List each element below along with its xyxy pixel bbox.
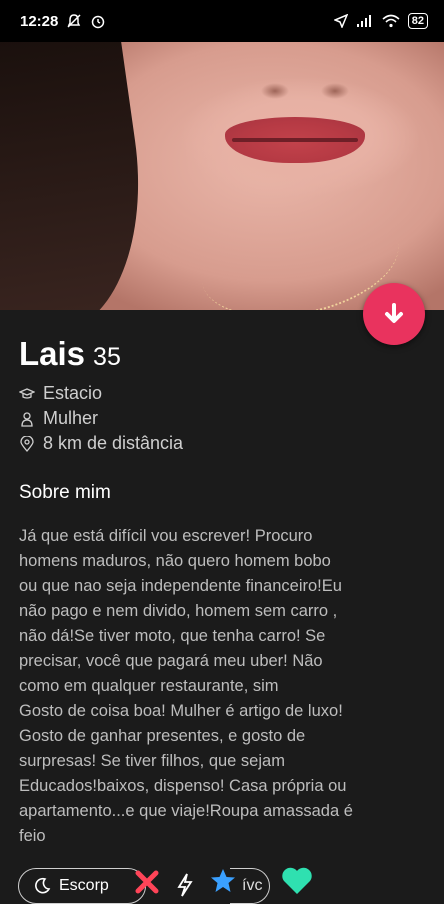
- location-pin-icon: [20, 435, 34, 452]
- profile-gender: Mulher: [43, 408, 99, 428]
- status-bar: 12:28 82: [0, 0, 444, 42]
- gender-row: Mulher: [19, 408, 98, 429]
- graduation-cap-icon: [19, 387, 35, 399]
- school-row: Estacio: [19, 383, 102, 404]
- bell-off-icon: [67, 14, 81, 28]
- nope-x-icon[interactable]: [133, 868, 161, 896]
- profile-photo[interactable]: [0, 42, 444, 310]
- about-bio: Já que está difícil vou escrever! Procur…: [19, 527, 353, 845]
- profile-school: Estacio: [43, 383, 103, 403]
- moon-icon: [35, 877, 51, 894]
- profile-distance: 8 km de distância: [43, 433, 184, 453]
- battery-indicator: 82: [407, 13, 428, 29]
- like-heart-icon[interactable]: [281, 866, 313, 896]
- distance-row: 8 km de distância: [19, 433, 183, 454]
- status-time: 12:28: [20, 12, 59, 30]
- boost-bolt-icon[interactable]: [176, 873, 194, 897]
- person-icon: [21, 411, 33, 427]
- wifi-icon: [382, 14, 400, 28]
- name-row: Lais 35: [19, 335, 121, 373]
- super-like-star-icon[interactable]: [209, 867, 237, 895]
- about-title: Sobre mim: [19, 482, 111, 503]
- profile-name: Lais: [19, 335, 86, 372]
- photo-nose: [255, 80, 355, 102]
- collapse-profile-button[interactable]: [363, 283, 425, 345]
- signal-icon: [356, 15, 371, 27]
- profile-age: 35: [93, 343, 121, 371]
- secondary-pill-label: ívc: [242, 877, 263, 894]
- photo-hair: [0, 42, 161, 310]
- arrow-down-icon: [385, 303, 403, 323]
- zodiac-pill[interactable]: Escorp: [18, 868, 146, 904]
- zodiac-label: Escorp: [59, 877, 109, 894]
- photo-lips-line: [232, 138, 358, 142]
- alarm-icon: [92, 15, 105, 29]
- location-arrow-icon: [333, 14, 348, 28]
